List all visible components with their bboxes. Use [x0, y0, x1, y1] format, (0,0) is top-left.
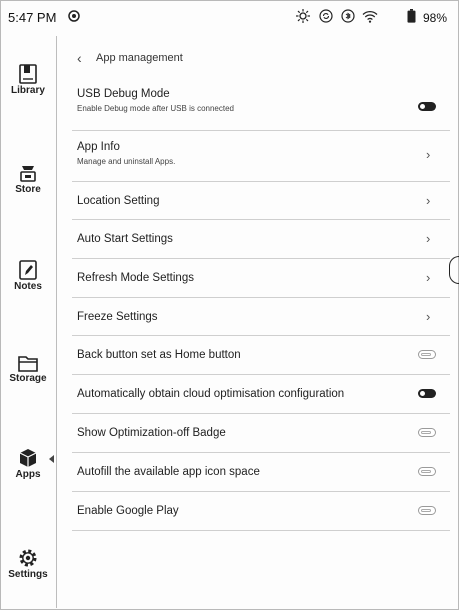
status-bar: 5:47 PM 98%: [0, 0, 459, 36]
battery-percent: 98%: [423, 11, 448, 25]
sidebar-item-library[interactable]: Library: [0, 64, 56, 96]
setting-optimization-badge[interactable]: Show Optimization-off Badge: [72, 413, 450, 453]
usb-debug-toggle[interactable]: [418, 102, 436, 111]
setting-refresh-mode[interactable]: Refresh Mode Settings ›: [72, 258, 450, 298]
setting-title: USB Debug Mode: [77, 88, 170, 100]
setting-title: Enable Google Play: [77, 505, 179, 517]
setting-cloud-optimisation[interactable]: Automatically obtain cloud optimisation …: [72, 374, 450, 414]
setting-title: Freeze Settings: [77, 311, 158, 323]
sidebar: Library Store Notes Storage Apps Setting…: [0, 36, 57, 608]
brightness-icon[interactable]: [296, 9, 310, 23]
sidebar-item-label: Apps: [15, 469, 41, 480]
setting-title: Refresh Mode Settings: [77, 272, 194, 284]
bluetooth-icon[interactable]: [341, 9, 355, 23]
setting-title: Auto Start Settings: [77, 233, 173, 245]
setting-autofill-icon-space[interactable]: Autofill the available app icon space: [72, 452, 450, 492]
back-icon[interactable]: ‹: [77, 50, 82, 66]
status-time: 5:47 PM: [8, 10, 57, 25]
google-play-toggle[interactable]: [418, 506, 436, 515]
chevron-right-icon: ›: [426, 270, 431, 285]
sidebar-item-store[interactable]: Store: [0, 163, 56, 195]
side-drawer-handle[interactable]: [449, 256, 459, 284]
sidebar-item-label: Library: [11, 85, 45, 96]
sidebar-item-apps[interactable]: Apps: [0, 448, 56, 480]
setting-subtitle: Enable Debug mode after USB is connected: [77, 104, 234, 113]
chevron-right-icon: ›: [426, 193, 431, 208]
storage-icon: [18, 356, 38, 372]
setting-title: App Info: [77, 141, 120, 153]
autofill-icon-space-toggle[interactable]: [418, 467, 436, 476]
battery-icon: [406, 9, 416, 23]
sidebar-item-label: Notes: [14, 281, 42, 292]
sidebar-item-label: Storage: [9, 373, 47, 384]
selected-indicator: [49, 455, 54, 463]
setting-back-as-home[interactable]: Back button set as Home button: [72, 335, 450, 375]
sidebar-item-settings[interactable]: Settings: [0, 548, 56, 580]
setting-title: Automatically obtain cloud optimisation …: [77, 388, 345, 400]
wifi-icon[interactable]: [362, 9, 378, 23]
chevron-right-icon: ›: [426, 309, 431, 324]
store-icon: [20, 166, 36, 182]
refresh-icon[interactable]: [319, 9, 333, 23]
sidebar-item-notes[interactable]: Notes: [0, 260, 56, 292]
sidebar-item-label: Settings: [8, 569, 48, 580]
sidebar-item-label: Store: [15, 184, 41, 195]
optimization-badge-toggle[interactable]: [418, 428, 436, 437]
back-as-home-toggle[interactable]: [418, 350, 436, 359]
settings-icon: [19, 549, 37, 567]
library-icon: [19, 64, 37, 84]
setting-app-info[interactable]: App Info Manage and uninstall Apps. ›: [72, 130, 450, 182]
apps-icon: [19, 449, 37, 467]
setting-title: Location Setting: [77, 195, 160, 207]
sidebar-item-storage[interactable]: Storage: [0, 354, 56, 384]
setting-subtitle: Manage and uninstall Apps.: [77, 157, 176, 166]
setting-location[interactable]: Location Setting ›: [72, 181, 450, 220]
setting-title: Back button set as Home button: [77, 349, 241, 361]
notes-icon: [19, 260, 37, 280]
setting-usb-debug-mode[interactable]: USB Debug Mode Enable Debug mode after U…: [72, 79, 450, 131]
notification-icon: [67, 9, 81, 23]
setting-title: Show Optimization-off Badge: [77, 427, 226, 439]
cloud-optimisation-toggle[interactable]: [418, 389, 436, 398]
setting-title: Autofill the available app icon space: [77, 466, 260, 478]
chevron-right-icon: ›: [426, 147, 431, 162]
page-title: App management: [96, 52, 183, 64]
setting-freeze[interactable]: Freeze Settings ›: [72, 297, 450, 336]
chevron-right-icon: ›: [426, 231, 431, 246]
setting-auto-start[interactable]: Auto Start Settings ›: [72, 219, 450, 259]
setting-google-play[interactable]: Enable Google Play: [72, 491, 450, 531]
